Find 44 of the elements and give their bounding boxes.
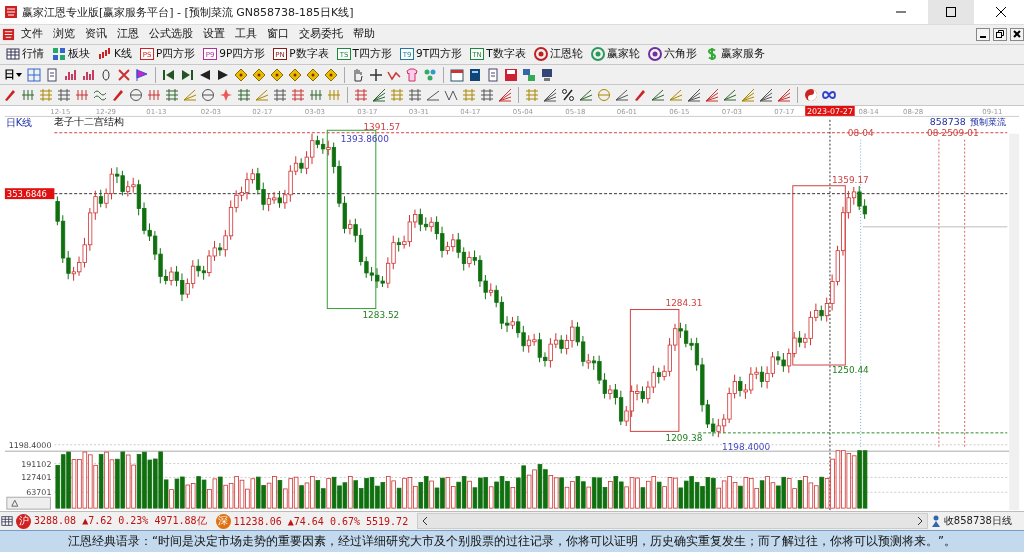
menu-item[interactable]: 帮助 [349,25,379,44]
price-annotation: 1209.38 [665,433,703,444]
volume-axis-label: 63701 [26,488,52,498]
stock-name: 预制菜流 [969,116,1006,128]
price-annotation: 1198.4000 [722,441,771,452]
stock-code: 858738 [929,116,966,128]
index-quote: 3288.08 ▲7.62 0.23% 4971.88亿 [34,514,207,529]
volume-axis-label: 127401 [21,473,52,483]
window-title: 赢家江恩专业版[赢家服务平台] - [预制菜流 GN858738-185日K线] [22,4,355,20]
menu-item[interactable]: 资讯 [81,25,111,44]
price-annotation: 1284.31 [665,298,703,309]
price-tag: 353.6846 [4,188,55,200]
price-annotation: 08-04 [847,127,874,138]
menu-item[interactable]: 窗口 [263,25,293,44]
period-dropdown[interactable]: 日 [3,66,23,84]
toolbar-button[interactable]: 赢家服务 [701,45,768,64]
menu-item[interactable]: 工具 [231,25,261,44]
menu-item[interactable]: 公式选股 [145,25,197,44]
quote-text: 江恩经典语录：“时间是决定市场走势的重要因素，经过详细研究大市及个别股票的过往记录，你将可以证明，历史确实重复发生；而了解过往，你将可以预测将来。”。 [0,530,1024,552]
index-badge: 沪 [16,513,31,529]
volume-axis-label: 191102 [21,459,52,469]
price-annotation: 1283.52 [362,310,400,321]
menu-item[interactable]: 江恩 [113,25,143,44]
axis-date: 2023-07-27 [805,106,855,117]
price-annotation: 1359.17 [831,175,869,186]
toolbar-button[interactable]: 行情 [3,45,47,64]
price-annotation: 1391.57 [363,122,401,132]
index-badge: 深 [215,513,231,529]
toolbar-button[interactable]: K线 [95,45,135,64]
volume-axis-label: 1198.4000 [8,440,52,450]
index-quote: 11238.06 ▲74.64 0.67% 5519.72 [233,515,409,527]
period-label: 日K线 [5,117,33,129]
chart-status-label: 收858738日线 [943,514,1012,529]
price-annotation: 1250.44 [831,365,869,376]
toolbar-button[interactable]: 六角形 [644,45,700,64]
study-title: 老子十二宫结构 [54,116,125,128]
toolbar-button[interactable]: 江恩轮 [530,45,586,64]
toolbar-button[interactable]: 板块 [49,45,93,64]
menu-item[interactable]: 交易委托 [295,25,347,44]
menu-item[interactable]: 文件 [17,25,47,44]
price-annotation: 09-01 [952,127,979,138]
menu-item[interactable]: 浏览 [49,25,79,44]
toolbar-button[interactable]: 赢家轮 [587,45,643,64]
menu-item[interactable]: 设置 [199,25,229,44]
